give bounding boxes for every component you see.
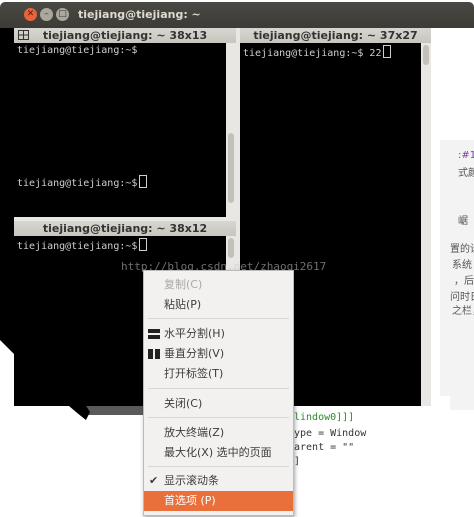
menu-separator bbox=[148, 388, 289, 389]
menu-item-split-vertical[interactable]: 垂直分割(V) bbox=[144, 344, 293, 364]
menu-item-maximize[interactable]: 最大化(X) 选中的页面 bbox=[144, 443, 293, 463]
menu-item-label: 显示滚动条 bbox=[164, 474, 219, 487]
pane-header-top-left[interactable]: tiejiang@tiejiang: ~ 38x13 bbox=[14, 28, 236, 43]
background-code-line: ] bbox=[294, 456, 301, 467]
terminal-prompt-line: tiejiang@tiejiang:~$ 22 bbox=[243, 45, 392, 60]
menu-item-label: 粘贴(P) bbox=[164, 298, 202, 311]
pane-title: tiejiang@tiejiang: ~ 38x13 bbox=[42, 29, 208, 42]
checkmark-icon: ✔ bbox=[149, 474, 159, 487]
menu-item-close[interactable]: 关闭(C) bbox=[144, 394, 293, 414]
window-titlebar[interactable]: ✕ – □ tiejiang@tiejiang: ~ bbox=[0, 2, 474, 28]
terminal-cursor bbox=[139, 175, 148, 188]
scrollbar-thumb[interactable] bbox=[228, 133, 234, 203]
menu-item-preferences[interactable]: 首选项 (P) bbox=[144, 491, 293, 511]
pane-title: tiejiang@tiejiang: ~ 37x27 bbox=[253, 29, 418, 42]
menu-item-label: 垂直分割(V) bbox=[164, 347, 225, 360]
terminal-prompt-line: tiejiang@tiejiang:~$ bbox=[17, 238, 148, 253]
background-code-line: lindow0]]] bbox=[294, 412, 355, 423]
maximize-window-button[interactable]: □ bbox=[56, 8, 69, 21]
menu-item-label: 最大化(X) 选中的页面 bbox=[164, 446, 272, 459]
terminal-grid-icon[interactable] bbox=[18, 30, 29, 40]
split-horizontal-icon bbox=[148, 329, 160, 339]
menu-item-zoom-terminal[interactable]: 放大终端(Z) bbox=[144, 423, 293, 443]
menu-item-label: 水平分割(H) bbox=[164, 327, 225, 340]
split-vertical-icon bbox=[148, 349, 160, 359]
menu-item-open-tab[interactable]: 打开标签(T) bbox=[144, 364, 293, 384]
minimize-window-button[interactable]: – bbox=[40, 8, 53, 21]
menu-item-show-scrollbar[interactable]: ✔ 显示滚动条 bbox=[144, 471, 293, 491]
background-code-line: arent = "" bbox=[294, 442, 355, 453]
pane-title: tiejiang@tiejiang: ~ 38x12 bbox=[42, 222, 208, 235]
terminal-prompt: tiejiang@tiejiang:~$ 22 bbox=[243, 48, 382, 59]
terminal-prompt-line: tiejiang@tiejiang:~$ bbox=[17, 175, 148, 190]
menu-item-label: 打开标签(T) bbox=[164, 367, 224, 380]
scrollbar-thumb[interactable] bbox=[228, 238, 234, 258]
background-code-line: ype = Window bbox=[294, 428, 367, 439]
menu-separator bbox=[148, 318, 289, 319]
scrollbar-right[interactable] bbox=[421, 43, 431, 406]
pane-header-bottom-left[interactable]: tiejiang@tiejiang: ~ 38x12 bbox=[14, 221, 236, 236]
terminal-prompt: tiejiang@tiejiang:~$ bbox=[17, 45, 138, 56]
menu-item-label: 复制(C) bbox=[164, 278, 203, 291]
terminal-prompt: tiejiang@tiejiang:~$ bbox=[17, 241, 138, 252]
menu-separator bbox=[148, 417, 289, 418]
terminal-prompt: tiejiang@tiejiang:~$ bbox=[17, 178, 138, 189]
context-menu: 复制(C) 粘贴(P) 水平分割(H) 垂直分割(V) 打开标签(T) 关闭(C… bbox=[143, 270, 294, 516]
menu-item-paste[interactable]: 粘贴(P) bbox=[144, 295, 293, 315]
scrollbar-top-left[interactable] bbox=[226, 43, 236, 217]
window-title: tiejiang@tiejiang: ~ bbox=[78, 8, 201, 21]
terminal-cursor bbox=[383, 45, 392, 58]
terminal-cursor bbox=[139, 238, 148, 251]
scrollbar-thumb[interactable] bbox=[423, 45, 429, 65]
menu-item-label: 关闭(C) bbox=[164, 397, 203, 410]
terminal-pane-top-left[interactable]: tiejiang@tiejiang:~$ tiejiang@tiejiang:~… bbox=[14, 43, 226, 217]
menu-separator bbox=[148, 466, 289, 467]
pane-header-right[interactable]: tiejiang@tiejiang: ~ 37x27 bbox=[240, 28, 431, 43]
menu-item-label: 首选项 (P) bbox=[164, 494, 216, 507]
close-window-button[interactable]: ✕ bbox=[24, 8, 37, 21]
menu-item-split-horizontal[interactable]: 水平分割(H) bbox=[144, 324, 293, 344]
menu-item-copy[interactable]: 复制(C) bbox=[144, 275, 293, 295]
menu-item-label: 放大终端(Z) bbox=[164, 426, 225, 439]
